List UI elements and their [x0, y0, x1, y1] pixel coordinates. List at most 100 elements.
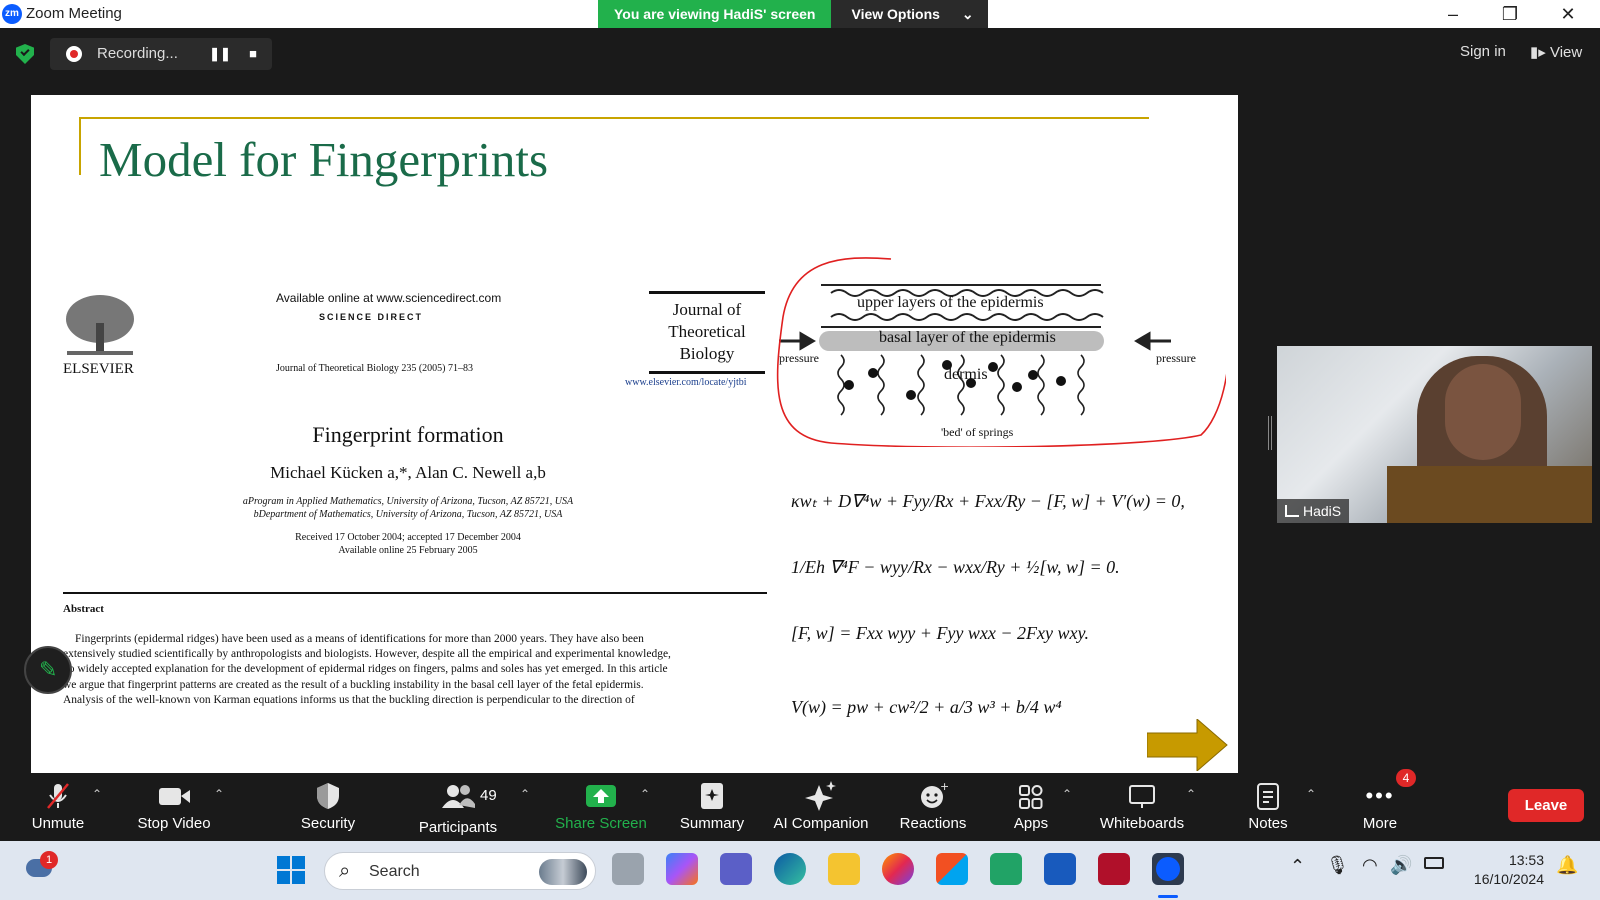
paper-title: Fingerprint formation	[312, 422, 504, 447]
volume-icon[interactable]: 🔊	[1390, 855, 1412, 876]
zoom-taskbar-icon[interactable]	[1152, 853, 1184, 885]
copilot-icon[interactable]	[666, 853, 698, 885]
chevron-down-icon: ⌄	[961, 6, 974, 22]
view-options-button[interactable]: View Options ⌄	[831, 0, 988, 28]
ai-companion-button[interactable]: AI Companion	[766, 773, 876, 841]
more-label: More	[1362, 815, 1398, 832]
taskbar-search-box[interactable]: ⌕ Search	[324, 852, 596, 890]
sign-in-link[interactable]: Sign in	[1460, 43, 1506, 60]
journal-rule-top	[649, 291, 765, 294]
equation-4: V(w) = pw + cw²/2 + a/3 w³ + b/4 w⁴	[791, 697, 1062, 717]
wifi-icon[interactable]: ◠	[1362, 855, 1378, 876]
reactions-smiley-icon: +	[921, 781, 948, 808]
security-label: Security	[300, 815, 356, 832]
clock-date: 16/10/2024	[1473, 871, 1544, 887]
equation-1: κwₜ + D∇⁴w + Fyy/Rx + Fxx/Ry − [F, w] + …	[791, 491, 1185, 511]
summary-document-icon	[701, 783, 723, 809]
notifications-bell-icon[interactable]: 🔔	[1556, 855, 1578, 876]
share-options-caret-icon[interactable]: ⌃	[640, 787, 650, 801]
zoom-logo-icon: zm	[2, 4, 22, 24]
springs-label: 'bed' of springs	[941, 425, 1014, 439]
battery-icon[interactable]	[1424, 857, 1444, 869]
meeting-top-bar: Recording... ❚❚ ■ Sign in ▮▸ View	[0, 28, 1600, 80]
received-date: Received 17 October 2004; accepted 17 De…	[295, 532, 521, 543]
microphone-tray-icon[interactable]: 🎙	[1326, 855, 1349, 876]
reactions-button[interactable]: + Reactions	[892, 773, 974, 841]
mendeley-icon[interactable]	[1098, 853, 1130, 885]
search-placeholder: Search	[369, 863, 420, 880]
show-hidden-icons-icon[interactable]: ⌃	[1290, 856, 1305, 877]
stop-video-button[interactable]: Stop Video	[128, 773, 220, 841]
upper-layers-label: upper layers of the epidermis	[857, 294, 1044, 311]
share-screen-icon	[586, 785, 616, 807]
participants-icon	[442, 785, 475, 808]
minimize-button[interactable]: –	[1430, 0, 1476, 28]
security-shield-icon	[317, 783, 339, 809]
share-screen-button[interactable]: Share Screen	[554, 773, 648, 841]
equation-3: [F, w] = Fxx wyy + Fyy wxx − 2Fxy wxy.	[791, 623, 1090, 643]
clock[interactable]: 13:53 16/10/2024	[1466, 851, 1544, 889]
summary-button[interactable]: Summary	[674, 773, 750, 841]
widgets-badge: 1	[40, 851, 58, 869]
whiteboards-label: Whiteboards	[1099, 815, 1185, 832]
reactions-label: Reactions	[899, 815, 967, 832]
microphone-muted-icon	[47, 783, 69, 809]
recording-indicator: Recording... ❚❚ ■	[50, 38, 272, 70]
leave-button[interactable]: Leave	[1508, 789, 1584, 822]
apps-options-caret-icon[interactable]: ⌃	[1062, 787, 1072, 801]
pause-recording-button[interactable]: ❚❚	[208, 42, 232, 66]
task-view-icon[interactable]	[612, 853, 644, 885]
windows-taskbar: 1 ⌕ Search ⌃ 🎙 ◠ 🔊 13:53 16/10/2024 🔔	[0, 841, 1600, 900]
abstract-line: we argue that fingerprint patterns are c…	[63, 678, 644, 691]
participants-label: Participants	[418, 819, 498, 836]
apps-button[interactable]: Apps	[1004, 773, 1058, 841]
video-options-caret-icon[interactable]: ⌃	[214, 787, 224, 801]
stop-video-label: Stop Video	[137, 815, 211, 832]
panel-resize-handle[interactable]	[1268, 416, 1272, 450]
ai-sparkle-icon	[805, 781, 836, 811]
close-button[interactable]: ✕	[1545, 0, 1591, 28]
notes-button[interactable]: Notes	[1240, 773, 1296, 841]
participants-options-caret-icon[interactable]: ⌃	[520, 787, 530, 801]
meeting-toolbar: Unmute ⌃ Stop Video ⌃ Security 49 Partic…	[0, 769, 1600, 841]
participant-video-tile[interactable]: HadiS	[1277, 346, 1592, 523]
firefox-icon[interactable]	[882, 853, 914, 885]
spreadsheet-chart-icon[interactable]	[990, 853, 1022, 885]
view-menu-label: View	[1549, 44, 1583, 61]
edge-browser-icon[interactable]	[774, 853, 806, 885]
abstract-line: Fingerprints (epidermal ridges) have bee…	[75, 633, 644, 645]
participant-face	[1445, 364, 1521, 460]
file-explorer-icon[interactable]	[828, 853, 860, 885]
journal-citation: Journal of Theoretical Biology 235 (2005…	[276, 363, 474, 374]
view-options-label: View Options	[851, 6, 940, 22]
summary-label: Summary	[679, 815, 745, 832]
abstract-body: Fingerprints (epidermal ridges) have bee…	[63, 632, 767, 708]
windows-start-icon[interactable]	[276, 855, 306, 885]
microsoft-store-icon[interactable]	[936, 853, 968, 885]
unmute-button[interactable]: Unmute	[20, 773, 96, 841]
recording-label: Recording...	[97, 45, 178, 62]
shared-screen: Model for Fingerprints ELSEVIER Availabl…	[31, 95, 1238, 773]
stop-recording-button[interactable]: ■	[241, 42, 265, 66]
basal-layer-label: basal layer of the epidermis	[879, 329, 1056, 346]
participants-button[interactable]: 49 Participants	[408, 773, 508, 841]
word-icon[interactable]	[1044, 853, 1076, 885]
abstract-line: Analysis of the well-known von Karman eq…	[63, 693, 635, 706]
abstract-rule	[63, 592, 767, 594]
view-layout-icon: ▮▸	[1530, 44, 1546, 61]
audio-options-caret-icon[interactable]: ⌃	[92, 787, 102, 801]
view-menu-button[interactable]: ▮▸ View	[1530, 43, 1582, 61]
teams-icon[interactable]	[720, 853, 752, 885]
annotate-pencil-button[interactable]: ✎	[24, 646, 72, 694]
encryption-shield-icon[interactable]	[16, 44, 34, 64]
whiteboards-options-caret-icon[interactable]: ⌃	[1186, 787, 1196, 801]
widgets-weather-icon[interactable]: 1	[24, 851, 58, 883]
whiteboards-button[interactable]: Whiteboards	[1094, 773, 1190, 841]
restore-button[interactable]: ❐	[1487, 0, 1533, 28]
affiliation-b: bDepartment of Mathematics, University o…	[253, 509, 563, 520]
apps-grid-icon	[1019, 785, 1043, 809]
security-button[interactable]: Security	[290, 773, 366, 841]
dermis-label: dermis	[944, 366, 988, 383]
notes-options-caret-icon[interactable]: ⌃	[1306, 787, 1316, 801]
participant-shirt	[1387, 466, 1592, 523]
